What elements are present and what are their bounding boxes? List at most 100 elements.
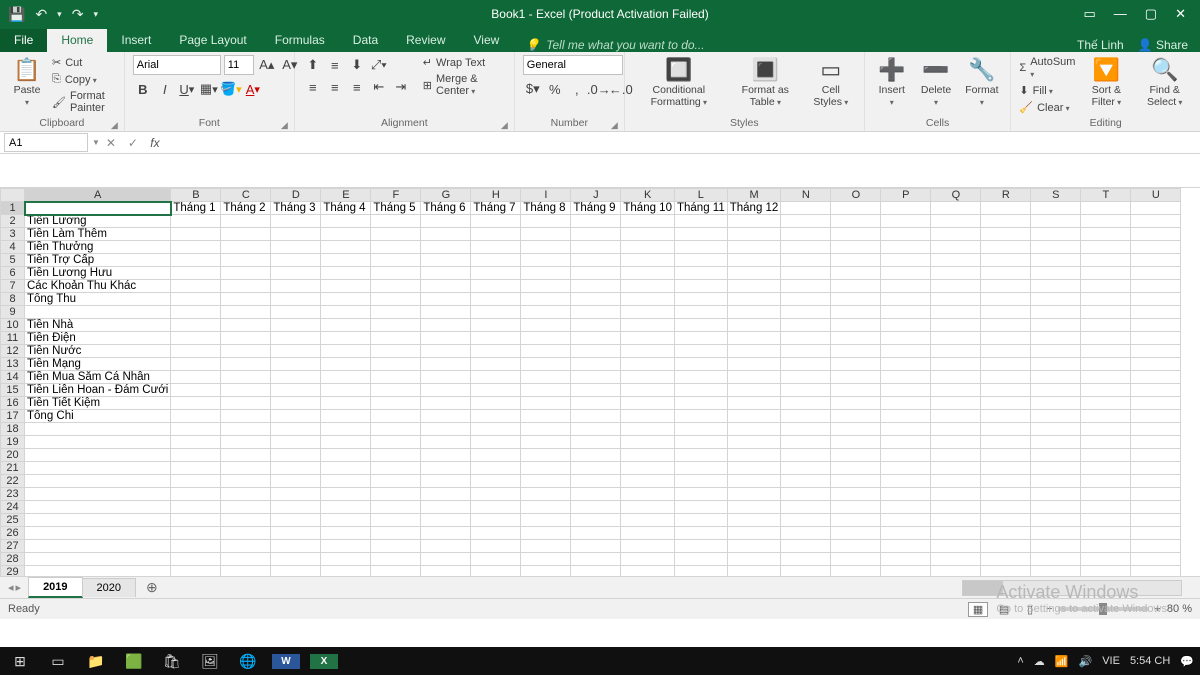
cell-S5[interactable]	[1031, 254, 1081, 267]
cell-U5[interactable]	[1131, 254, 1181, 267]
cell-O17[interactable]	[831, 410, 881, 423]
cell-T11[interactable]	[1081, 332, 1131, 345]
network-icon[interactable]: 📶	[1055, 655, 1069, 668]
cell-B6[interactable]	[171, 267, 221, 280]
cell-G27[interactable]	[421, 540, 471, 553]
cell-B8[interactable]	[171, 293, 221, 306]
cell-Q29[interactable]	[931, 566, 981, 577]
cut-button[interactable]: ✂Cut	[52, 55, 116, 70]
cell-L1[interactable]: Tháng 11	[674, 202, 727, 215]
cell-L4[interactable]	[674, 241, 727, 254]
row-header-8[interactable]: 8	[1, 293, 25, 306]
cell-O29[interactable]	[831, 566, 881, 577]
cell-P28[interactable]	[881, 553, 931, 566]
cell-K17[interactable]	[621, 410, 675, 423]
cell-Q20[interactable]	[931, 449, 981, 462]
cell-U26[interactable]	[1131, 527, 1181, 540]
col-header-P[interactable]: P	[881, 189, 931, 202]
cell-M18[interactable]	[727, 423, 781, 436]
cell-N6[interactable]	[781, 267, 831, 280]
action-center-icon[interactable]: 💬	[1180, 655, 1194, 668]
undo-dropdown-icon[interactable]: ▾	[57, 9, 62, 20]
tab-insert[interactable]: Insert	[107, 29, 165, 52]
increase-decimal-icon[interactable]: .0→	[589, 79, 609, 99]
cell-H24[interactable]	[471, 501, 521, 514]
cell-B15[interactable]	[171, 384, 221, 397]
cell-M28[interactable]	[727, 553, 781, 566]
cell-S11[interactable]	[1031, 332, 1081, 345]
wrap-text-button[interactable]: ↵Wrap Text	[423, 55, 506, 70]
cell-F21[interactable]	[371, 462, 421, 475]
cell-O20[interactable]	[831, 449, 881, 462]
cell-P9[interactable]	[881, 306, 931, 319]
cell-D19[interactable]	[271, 436, 321, 449]
cell-C13[interactable]	[221, 358, 271, 371]
cell-G13[interactable]	[421, 358, 471, 371]
percent-format-icon[interactable]: %	[545, 79, 565, 99]
cell-F2[interactable]	[371, 215, 421, 228]
cell-I17[interactable]	[521, 410, 571, 423]
cell-C7[interactable]	[221, 280, 271, 293]
cell-U1[interactable]	[1131, 202, 1181, 215]
cell-S13[interactable]	[1031, 358, 1081, 371]
cell-J13[interactable]	[571, 358, 621, 371]
cell-T3[interactable]	[1081, 228, 1131, 241]
cell-F12[interactable]	[371, 345, 421, 358]
cell-J10[interactable]	[571, 319, 621, 332]
cell-A26[interactable]	[25, 527, 171, 540]
cell-O6[interactable]	[831, 267, 881, 280]
cell-K25[interactable]	[621, 514, 675, 527]
cell-D11[interactable]	[271, 332, 321, 345]
cell-E29[interactable]	[321, 566, 371, 577]
cell-L17[interactable]	[674, 410, 727, 423]
cell-R28[interactable]	[981, 553, 1031, 566]
cell-R20[interactable]	[981, 449, 1031, 462]
cell-B21[interactable]	[171, 462, 221, 475]
cell-M4[interactable]	[727, 241, 781, 254]
cell-F29[interactable]	[371, 566, 421, 577]
cell-F16[interactable]	[371, 397, 421, 410]
fill-button[interactable]: ⬇Fill	[1019, 83, 1075, 98]
cell-O28[interactable]	[831, 553, 881, 566]
start-button[interactable]: ⊞	[6, 653, 34, 670]
cell-U9[interactable]	[1131, 306, 1181, 319]
cell-K9[interactable]	[621, 306, 675, 319]
cell-I23[interactable]	[521, 488, 571, 501]
col-header-T[interactable]: T	[1081, 189, 1131, 202]
cell-G28[interactable]	[421, 553, 471, 566]
row-header-14[interactable]: 14	[1, 371, 25, 384]
cell-R11[interactable]	[981, 332, 1031, 345]
cell-M13[interactable]	[727, 358, 781, 371]
cell-Q14[interactable]	[931, 371, 981, 384]
copy-button[interactable]: ⎘Copy	[52, 72, 116, 87]
cell-O10[interactable]	[831, 319, 881, 332]
tab-data[interactable]: Data	[339, 29, 392, 52]
cell-T1[interactable]	[1081, 202, 1131, 215]
cell-H11[interactable]	[471, 332, 521, 345]
cell-R19[interactable]	[981, 436, 1031, 449]
cell-L3[interactable]	[674, 228, 727, 241]
cell-N7[interactable]	[781, 280, 831, 293]
cell-Q7[interactable]	[931, 280, 981, 293]
cell-G4[interactable]	[421, 241, 471, 254]
formula-input[interactable]	[166, 133, 1200, 153]
delete-cells-button[interactable]: ➖Delete	[917, 55, 956, 110]
cell-D21[interactable]	[271, 462, 321, 475]
cell-M1[interactable]: Tháng 12	[727, 202, 781, 215]
cell-Q6[interactable]	[931, 267, 981, 280]
cell-M16[interactable]	[727, 397, 781, 410]
cell-C5[interactable]	[221, 254, 271, 267]
row-header-7[interactable]: 7	[1, 280, 25, 293]
cell-N13[interactable]	[781, 358, 831, 371]
cell-K29[interactable]	[621, 566, 675, 577]
cell-I6[interactable]	[521, 267, 571, 280]
align-top-icon[interactable]: ⬆	[303, 55, 323, 75]
col-header-A[interactable]: A	[25, 189, 171, 202]
cell-D7[interactable]	[271, 280, 321, 293]
cell-F13[interactable]	[371, 358, 421, 371]
find-select-button[interactable]: 🔍Find & Select	[1137, 55, 1192, 110]
cell-I18[interactable]	[521, 423, 571, 436]
cell-B18[interactable]	[171, 423, 221, 436]
tab-home[interactable]: Home	[47, 29, 107, 52]
row-header-24[interactable]: 24	[1, 501, 25, 514]
